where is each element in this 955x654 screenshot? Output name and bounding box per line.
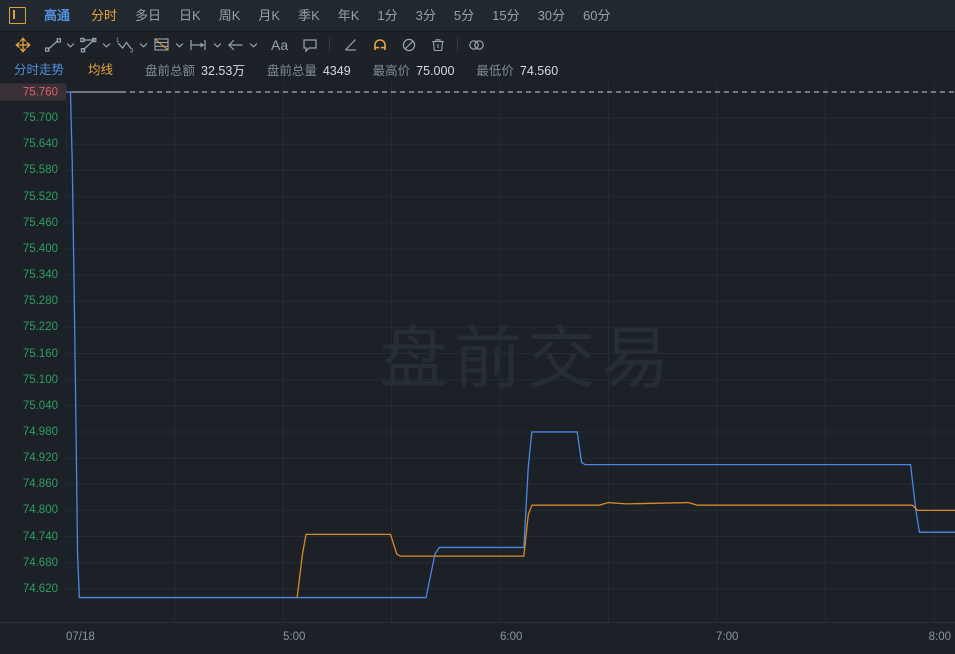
magnet-icon[interactable] (371, 34, 389, 56)
y-axis-tick-3: 75.580 (22, 164, 58, 177)
period-item-2[interactable]: 日K (170, 0, 210, 32)
info-stat-3: 最低价 74.560 (454, 60, 558, 79)
y-axis-tick-13: 74.980 (22, 425, 58, 438)
info-stat-key: 最低价 (476, 64, 514, 78)
period-item-5[interactable]: 季K (289, 0, 329, 32)
period-item-11[interactable]: 30分 (529, 0, 574, 32)
period-item-1[interactable]: 多日 (126, 0, 170, 32)
period-item-4[interactable]: 月K (249, 0, 289, 32)
info-stat-key: 盘前总量 (266, 64, 317, 78)
arrow-left-icon[interactable] (226, 34, 246, 56)
info-stat-0: 盘前总额 32.53万 (123, 60, 245, 79)
text-aa-label: Aa (271, 36, 289, 53)
measure-range-icon[interactable] (188, 34, 210, 56)
svg-text:1: 1 (116, 38, 120, 44)
y-axis-tick-7: 75.340 (22, 269, 58, 282)
text-aa-icon[interactable]: Aa (268, 34, 291, 56)
info-stat-list: 盘前总额 32.53万 盘前总量 4349 最高价 75.000 最低价 74.560 (123, 60, 558, 79)
y-axis-tick-18: 74.680 (22, 556, 58, 569)
info-stat-2: 最高价 75.000 (351, 60, 455, 79)
info-stat-value: 75.000 (416, 64, 455, 78)
x-axis-tick-2: 6:00 (500, 631, 523, 643)
y-axis-tick-12: 75.040 (22, 399, 58, 412)
chevron-down-icon[interactable] (212, 34, 223, 56)
chevron-down-icon[interactable] (248, 34, 259, 56)
chevron-down-icon[interactable] (101, 34, 112, 56)
y-axis[interactable]: 75.760 75.700 75.640 75.580 75.520 75.460 75.4… (0, 82, 66, 622)
trend-line-icon[interactable] (44, 34, 63, 56)
comment-bubble-icon[interactable] (301, 34, 319, 56)
period-item-7[interactable]: 1分 (368, 0, 406, 32)
y-axis-tick-16: 74.800 (22, 504, 58, 517)
angle-icon[interactable] (342, 34, 360, 56)
y-axis-tick-4: 75.520 (22, 190, 58, 203)
period-item-10[interactable]: 15分 (483, 0, 528, 32)
polygon-shape-icon[interactable] (79, 34, 99, 56)
x-axis-tick-3: 7:00 (716, 631, 739, 643)
period-item-6[interactable]: 年K (329, 0, 369, 32)
square-logo-icon[interactable] (9, 7, 26, 24)
chevron-down-icon[interactable] (174, 34, 185, 56)
y-axis-tick-5: 75.460 (22, 216, 58, 229)
y-axis-tick-9: 75.220 (22, 321, 58, 334)
x-axis-tick-0: 07/18 (66, 631, 95, 643)
y-axis-tick-15: 74.860 (22, 478, 58, 491)
series-line-1 (296, 501, 955, 598)
x-axis-tick-1: 5:00 (283, 631, 306, 643)
x-axis: 07/18 5:00 6:00 7:00 8:00 (0, 622, 955, 654)
info-stat-1: 盘前总量 4349 (245, 60, 351, 79)
info-stat-value: 74.560 (519, 64, 559, 78)
y-axis-tick-2: 75.640 (22, 138, 58, 151)
hide-drawings-icon[interactable] (400, 34, 418, 56)
y-axis-tick-11: 75.100 (22, 373, 58, 386)
lock-link-icon[interactable] (466, 34, 488, 56)
crosshair-move-icon[interactable] (14, 34, 32, 56)
chevron-down-icon[interactable] (138, 34, 149, 56)
chart-plot-area[interactable]: 盘前交易 75.760 75.700 75.640 75.580 75.520 75.46… (0, 82, 955, 622)
info-stat-value: 32.53万 (201, 64, 245, 78)
info-stat-value: 4349 (322, 64, 351, 78)
trash-icon[interactable] (429, 34, 447, 56)
y-axis-tick-highlight: 75.760 (0, 83, 66, 101)
period-item-8[interactable]: 3分 (407, 0, 445, 32)
info-bar: 分时走势 均线 盘前总额 32.53万 盘前总量 4349 最高价 75.000 最低价 74… (0, 58, 955, 82)
fib-retracement-icon[interactable] (152, 34, 172, 56)
y-axis-tick-8: 75.280 (22, 295, 58, 308)
ticker-label[interactable]: 高通 (35, 0, 82, 32)
y-axis-tick-10: 75.160 (22, 347, 58, 360)
x-axis-tick-4: 8:00 (928, 631, 951, 643)
chevron-down-icon[interactable] (65, 34, 76, 56)
series-line-0 (66, 91, 955, 599)
period-item-list: 分时 多日 日K 周K 月K 季K 年K 1分 3分 5分 15分 30分 60分 (82, 0, 620, 32)
wave-count-icon[interactable]: 1 3 (115, 34, 136, 56)
period-bar: 高通 分时 多日 日K 周K 月K 季K 年K 1分 3分 5分 15分 30分 60分 (0, 0, 955, 32)
tab-moving-average[interactable]: 均线 (74, 58, 123, 82)
svg-text:3: 3 (130, 48, 134, 54)
y-axis-tick-17: 74.740 (22, 530, 58, 543)
drawing-toolbar: 1 3 Aa (0, 32, 955, 58)
toolbar-divider (329, 37, 331, 52)
period-item-9[interactable]: 5分 (445, 0, 483, 32)
price-chart-svg (66, 82, 955, 622)
chart-window: 高通 分时 多日 日K 周K 月K 季K 年K 1分 3分 5分 15分 30分 60分 (0, 0, 955, 654)
tab-timeline-trend[interactable]: 分时走势 (4, 58, 74, 82)
y-axis-tick-14: 74.920 (22, 452, 58, 465)
y-axis-tick-6: 75.400 (22, 242, 58, 255)
toolbar-divider (457, 37, 459, 52)
period-item-3[interactable]: 周K (210, 0, 250, 32)
period-item-0[interactable]: 分时 (82, 0, 126, 32)
y-axis-tick-19: 74.620 (22, 582, 58, 595)
period-item-12[interactable]: 60分 (574, 0, 619, 32)
y-axis-tick-1: 75.700 (22, 112, 58, 125)
info-stat-key: 盘前总额 (145, 64, 196, 78)
info-stat-key: 最高价 (372, 64, 411, 78)
